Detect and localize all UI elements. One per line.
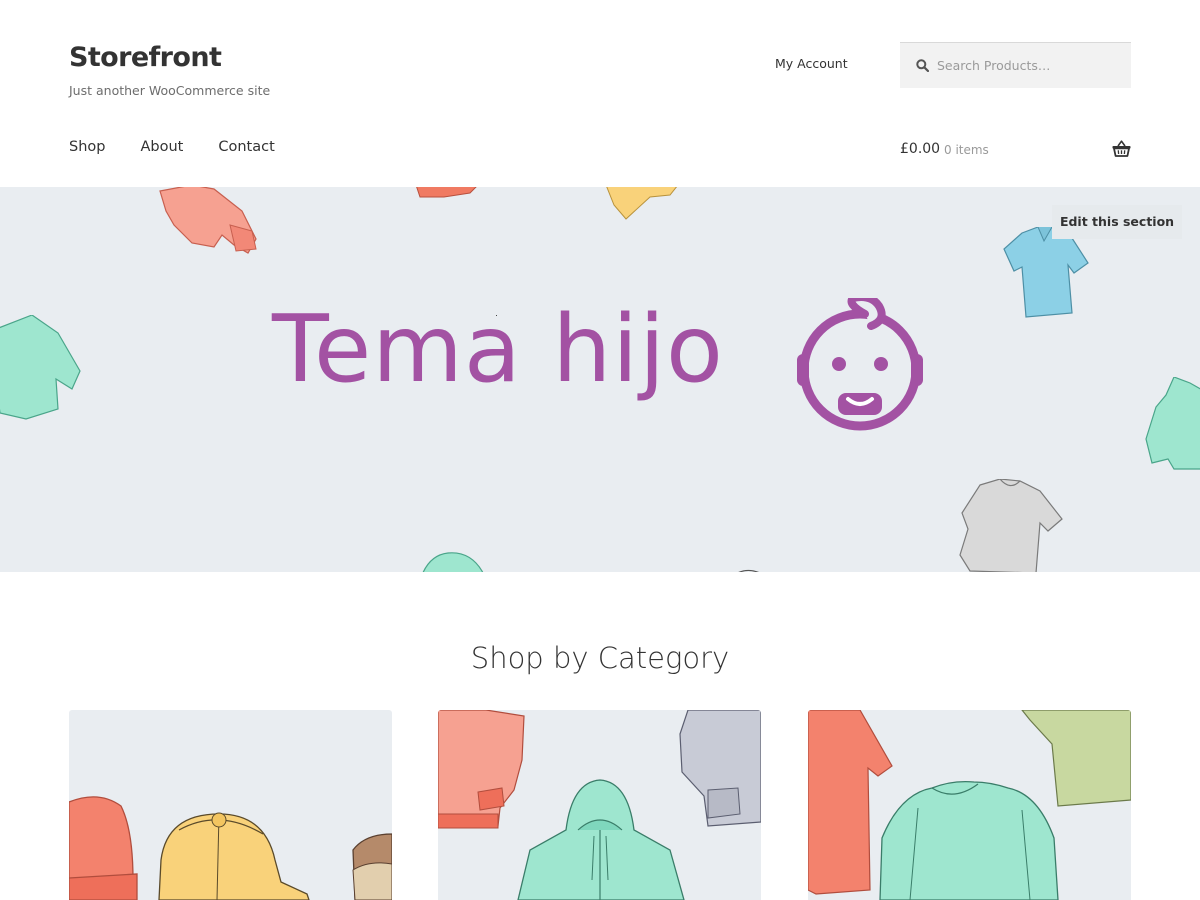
cart-amount[interactable]: £0.00 <box>900 141 940 157</box>
site-header: Storefront Just another WooCommerce site… <box>0 0 1200 187</box>
cart-item-count[interactable]: 0 items <box>944 143 989 157</box>
site-tagline: Just another WooCommerce site <box>69 83 271 98</box>
category-card-hoodies[interactable] <box>438 710 761 900</box>
nav-item-about[interactable]: About <box>140 139 183 155</box>
site-title[interactable]: Storefront <box>69 42 222 73</box>
hoodies-illustration <box>438 710 761 900</box>
accessories-illustration <box>69 796 392 900</box>
mint-sweater-illustration <box>0 315 81 420</box>
pink-hoodie-illustration <box>159 187 257 254</box>
category-card-accessories[interactable] <box>69 710 392 900</box>
hero-heading: Tema hijo <box>272 295 724 403</box>
blue-polo-illustration <box>1003 227 1089 318</box>
primary-navigation: Shop About Contact <box>69 139 310 155</box>
grey-tshirt-illustration <box>959 479 1063 572</box>
nav-item-shop[interactable]: Shop <box>69 139 105 155</box>
mint-garment-illustration <box>422 552 484 572</box>
search-icon <box>916 59 929 72</box>
yellow-cap-illustration <box>606 187 678 220</box>
product-search[interactable] <box>900 42 1131 88</box>
edit-section-button[interactable]: Edit this section <box>1052 205 1182 239</box>
section-title: Shop by Category <box>470 641 730 675</box>
search-input[interactable] <box>937 58 1117 73</box>
baby-face-icon <box>797 298 923 431</box>
tshirts-illustration <box>808 710 1131 900</box>
nav-item-contact[interactable]: Contact <box>218 139 274 155</box>
my-account-link[interactable]: My Account <box>775 56 848 71</box>
mint-hoodie-illustration <box>1145 377 1200 470</box>
basket-icon[interactable] <box>1112 140 1131 157</box>
dark-garment-illustration <box>738 569 760 572</box>
orange-shirt-illustration <box>416 187 477 198</box>
category-card-tshirts[interactable] <box>808 710 1131 900</box>
header-cart[interactable]: £0.00 0 items <box>900 140 1131 162</box>
